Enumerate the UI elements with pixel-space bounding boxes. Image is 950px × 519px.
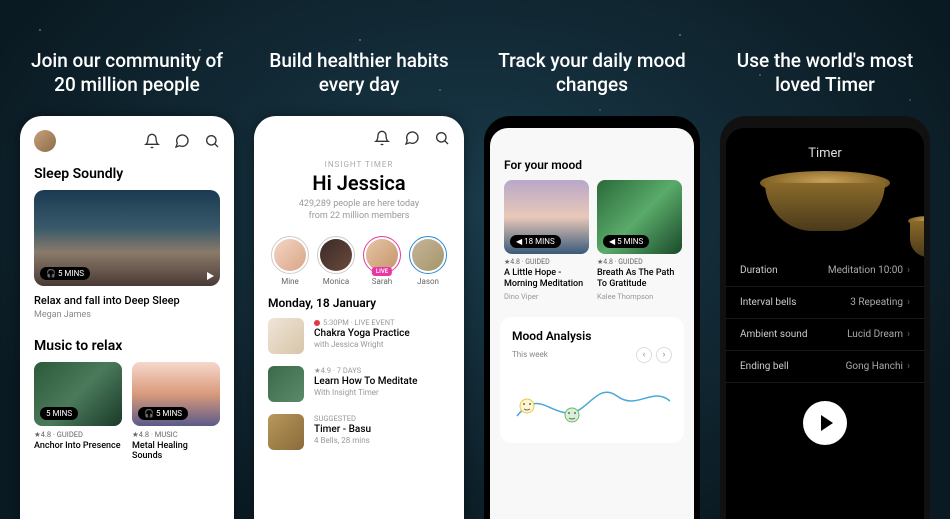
setting-label: Interval bells: [740, 297, 796, 308]
chevron-right-icon: ›: [907, 265, 910, 276]
page-title: Timer: [726, 146, 924, 161]
setting-row-duration[interactable]: Duration Meditation 10:00 ›: [726, 255, 924, 287]
next-button[interactable]: ›: [656, 347, 672, 363]
card-meta: ★4.8 · GUIDED: [34, 430, 122, 439]
story-item[interactable]: Jason: [409, 236, 447, 286]
duration-pill: ◀ 5 MINS: [603, 235, 649, 248]
item-meta: SUGGESTED: [314, 414, 450, 423]
card-author: Dino Viper: [504, 292, 589, 301]
duration-pill: 🎧 5 MINS: [138, 407, 188, 420]
promo-column-4: Use the world's most loved Timer Timer D…: [720, 0, 930, 519]
section-title: Music to relax: [34, 338, 220, 354]
card-meta: ★4.8 · GUIDED: [504, 258, 589, 266]
chevron-right-icon: ›: [907, 361, 910, 372]
list-item[interactable]: 5:30PM · LIVE EVENT Chakra Yoga Practice…: [268, 318, 450, 354]
duration-pill: 🎧 5 MINS: [40, 267, 90, 280]
bell-icon[interactable]: [374, 130, 390, 146]
phone-screen-timer: Timer Duration Meditation 10:00 › Interva…: [720, 116, 930, 519]
item-title: Learn How To Meditate: [314, 376, 450, 387]
item-title: Timer - Basu: [314, 424, 450, 435]
item-meta: ★4.9 · 7 DAYS: [314, 366, 450, 375]
mood-card[interactable]: ◀ 5 MINS ★4.8 · GUIDED Breath As The Pat…: [597, 180, 682, 301]
live-dot-icon: [314, 320, 320, 326]
hero-card[interactable]: 🎧 5 MINS: [34, 190, 220, 286]
presence-count: 429,289 people are here today: [268, 199, 450, 211]
singing-bowl-image: [760, 171, 890, 235]
bell-icon[interactable]: [144, 133, 160, 149]
item-sub: 4 Bells, 28 mins: [314, 436, 450, 445]
promo-column-2: Build healthier habits every day INSIGHT…: [254, 0, 464, 519]
mood-card[interactable]: ◀ 18 MINS ★4.8 · GUIDED A Little Hope - …: [504, 180, 589, 301]
section-title: Sleep Soundly: [34, 166, 220, 182]
card-meta: ★4.8 · MUSIC: [132, 430, 220, 439]
phone-screen-mood: For your mood ◀ 18 MINS ★4.8 · GUIDED A …: [484, 116, 700, 519]
mood-chart: [512, 371, 672, 431]
duration-pill: 5 MINS: [40, 407, 78, 420]
setting-row-ending[interactable]: Ending bell Gong Hanchi ›: [726, 351, 924, 383]
card-author: Megan James: [34, 310, 220, 320]
greeting: Hi Jessica: [268, 171, 450, 195]
promo-column-1: Join our community of 20 million people …: [20, 0, 234, 519]
search-icon[interactable]: [204, 133, 220, 149]
card-title: Anchor Into Presence: [34, 441, 122, 451]
thumbnail: [268, 366, 304, 402]
setting-label: Ambient sound: [740, 329, 807, 340]
panel-range: This week: [512, 350, 548, 359]
card-title: Relax and fall into Deep Sleep: [34, 294, 220, 307]
date-heading: Monday, 18 January: [268, 296, 450, 310]
track-card[interactable]: 5 MINS ★4.8 · GUIDED Anchor Into Presenc…: [34, 362, 122, 461]
play-icon: [207, 272, 214, 280]
chevron-right-icon: ›: [907, 297, 910, 308]
chevron-right-icon: ›: [907, 329, 910, 340]
item-sub: with Jessica Wright: [314, 340, 450, 349]
avatar[interactable]: [34, 130, 56, 152]
item-title: Chakra Yoga Practice: [314, 328, 450, 339]
list-item[interactable]: ★4.9 · 7 DAYS Learn How To Meditate With…: [268, 366, 450, 402]
track-card[interactable]: 🎧 5 MINS ★4.8 · MUSIC Metal Healing Soun…: [132, 362, 220, 461]
setting-label: Duration: [740, 265, 778, 276]
live-badge: LIVE: [372, 267, 392, 276]
headline: Join our community of 20 million people: [20, 48, 234, 98]
card-meta: ★4.8 · GUIDED: [597, 258, 682, 266]
headline: Track your daily mood changes: [484, 48, 700, 98]
list-item[interactable]: SUGGESTED Timer - Basu 4 Bells, 28 mins: [268, 414, 450, 450]
setting-row-ambient[interactable]: Ambient sound Lucid Dream ›: [726, 319, 924, 351]
headline: Build healthier habits every day: [254, 48, 464, 98]
phone-screen-home: Sleep Soundly 🎧 5 MINS Relax and fall in…: [20, 116, 234, 519]
setting-label: Ending bell: [740, 361, 789, 372]
card-title: A Little Hope - Morning Meditation: [504, 268, 589, 290]
member-count: from 22 million members: [268, 211, 450, 223]
headline: Use the world's most loved Timer: [720, 48, 930, 98]
search-icon[interactable]: [434, 130, 450, 146]
mood-analysis-panel: Mood Analysis This week ‹ ›: [500, 317, 684, 443]
chat-icon[interactable]: [174, 133, 190, 149]
setting-row-interval[interactable]: Interval bells 3 Repeating ›: [726, 287, 924, 319]
setting-value: Meditation 10:00: [828, 265, 903, 276]
item-sub: With Insight Timer: [314, 388, 450, 397]
promo-column-3: Track your daily mood changes For your m…: [484, 0, 700, 519]
story-item[interactable]: LIVESarah: [363, 236, 401, 286]
thumbnail: [268, 414, 304, 450]
card-title: Breath As The Path To Gratitude: [597, 268, 682, 290]
prev-button[interactable]: ‹: [636, 347, 652, 363]
card-author: Kalee Thompson: [597, 292, 682, 301]
play-button[interactable]: [803, 401, 847, 445]
chat-icon[interactable]: [404, 130, 420, 146]
section-title: For your mood: [504, 158, 680, 172]
singing-bowl-image: [908, 216, 924, 266]
setting-value: 3 Repeating: [850, 297, 903, 308]
story-item[interactable]: Monica: [317, 236, 355, 286]
thumbnail: [268, 318, 304, 354]
panel-title: Mood Analysis: [512, 329, 672, 343]
setting-value: Gong Hanchi: [846, 361, 903, 372]
card-title: Metal Healing Sounds: [132, 441, 220, 461]
item-meta: 5:30PM · LIVE EVENT: [314, 318, 450, 327]
story-item[interactable]: Mine: [271, 236, 309, 286]
brand-label: INSIGHT TIMER: [268, 160, 450, 169]
phone-screen-today: INSIGHT TIMER Hi Jessica 429,289 people …: [254, 116, 464, 519]
setting-value: Lucid Dream: [847, 329, 903, 340]
duration-pill: ◀ 18 MINS: [510, 235, 561, 248]
